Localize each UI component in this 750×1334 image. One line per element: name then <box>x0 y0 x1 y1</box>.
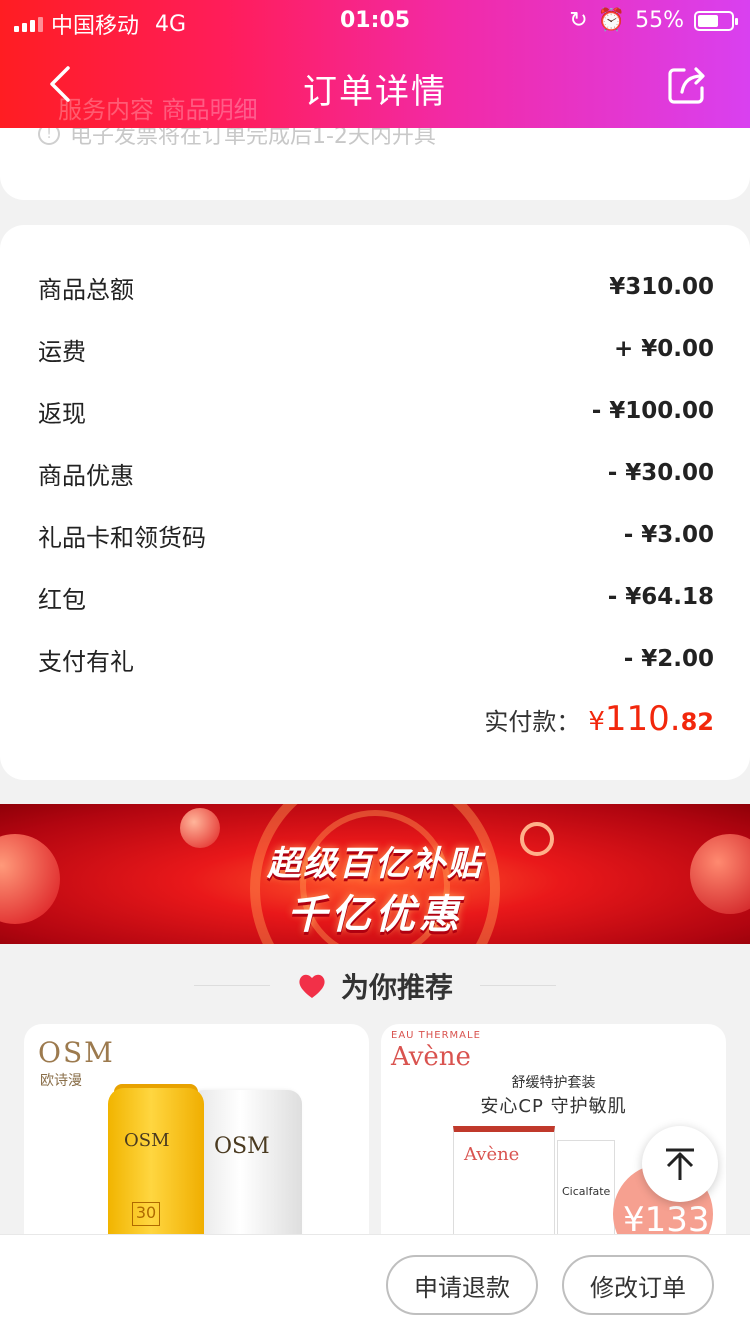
price-row: 支付有礼 - ¥2.00 <box>38 639 714 679</box>
price-label: 礼品卡和领货码 <box>38 523 206 552</box>
brand-name-cn: 欧诗漫 <box>40 1073 82 1089</box>
price-label: 红包 <box>38 585 86 614</box>
arrow-up-icon <box>666 1148 694 1180</box>
tube-label: OSM <box>124 1130 170 1151</box>
bottom-action-bar: 申请退款 修改订单 <box>0 1234 750 1334</box>
battery-percent: 55% <box>635 8 684 33</box>
price-label: 商品总额 <box>38 275 134 304</box>
share-button[interactable] <box>664 62 710 108</box>
total-currency: ¥ <box>588 707 605 737</box>
price-label: 商品优惠 <box>38 461 134 490</box>
brand-logo: OSM <box>38 1036 115 1069</box>
product-card[interactable]: OSM 欧诗漫 OSM OSM 30 <box>24 1024 369 1254</box>
price-value: - ¥100.00 <box>591 398 714 424</box>
tube-label: OSM <box>214 1134 270 1159</box>
share-icon <box>668 67 705 104</box>
banner-line-2: 千亿优惠 <box>287 892 463 938</box>
price-value: - ¥30.00 <box>607 460 714 486</box>
price-row: 运费 + ¥0.00 <box>38 329 714 369</box>
header: 中国移动 4G 01:05 ↻ ⏰ 55% 服务内容 商品明细 订单详情 <box>0 0 750 128</box>
price-label: 返现 <box>38 399 86 428</box>
box-label: Avène <box>464 1144 520 1165</box>
total-paid: 实付款： ¥ 110. 82 <box>484 699 714 739</box>
price-value: + ¥0.00 <box>613 336 714 362</box>
price-value: - ¥3.00 <box>623 522 714 548</box>
recommend-header: 为你推荐 <box>0 958 750 1014</box>
refund-button[interactable]: 申请退款 <box>386 1255 538 1315</box>
price-label: 支付有礼 <box>38 647 134 676</box>
banner-line-1: 超级百亿补贴 <box>267 844 483 884</box>
recommend-title: 为你推荐 <box>340 971 453 1004</box>
box-label: Cicalfate <box>562 1185 611 1198</box>
heart-icon <box>299 974 325 998</box>
price-value: ¥310.00 <box>609 274 714 300</box>
price-row: 礼品卡和领货码 - ¥3.00 <box>38 515 714 555</box>
total-decimal: 82 <box>680 708 714 736</box>
status-bar: 中国移动 4G 01:05 ↻ ⏰ 55% <box>0 0 750 40</box>
price-row: 红包 - ¥64.18 <box>38 577 714 617</box>
product-image: OSM <box>108 1088 204 1254</box>
alarm-icon: ⏰ <box>597 8 626 33</box>
price-row: 返现 - ¥100.00 <box>38 391 714 431</box>
price-row: 商品优惠 - ¥30.00 <box>38 453 714 493</box>
product-image: OSM <box>190 1090 302 1254</box>
back-to-top-button[interactable] <box>642 1126 718 1202</box>
brand-tagline: EAU THERMALE <box>391 1030 481 1041</box>
page-title: 订单详情 <box>303 72 447 112</box>
modify-order-button[interactable]: 修改订单 <box>562 1255 714 1315</box>
price-label: 运费 <box>38 337 86 366</box>
spf-badge: 30 <box>132 1202 160 1226</box>
rotation-lock-icon: ↻ <box>569 8 588 33</box>
price-value: - ¥64.18 <box>607 584 714 610</box>
price-breakdown-card: 商品总额 ¥310.00 运费 + ¥0.00 返现 - ¥100.00 商品优… <box>0 225 750 780</box>
promo-banner[interactable]: 超级百亿补贴 千亿优惠 <box>0 804 750 944</box>
product-slogan: 安心CP 守护敏肌 <box>480 1096 627 1117</box>
battery-icon <box>694 10 738 31</box>
price-row: 商品总额 ¥310.00 <box>38 267 714 307</box>
brand-logo: Avène <box>391 1042 471 1072</box>
nav-bar: 服务内容 商品明细 订单详情 <box>0 40 750 128</box>
total-label: 实付款： <box>484 708 581 736</box>
total-integer: 110. <box>604 699 681 739</box>
price-value: - ¥2.00 <box>623 646 714 672</box>
product-subtitle: 舒缓特护套装 <box>511 1075 596 1091</box>
